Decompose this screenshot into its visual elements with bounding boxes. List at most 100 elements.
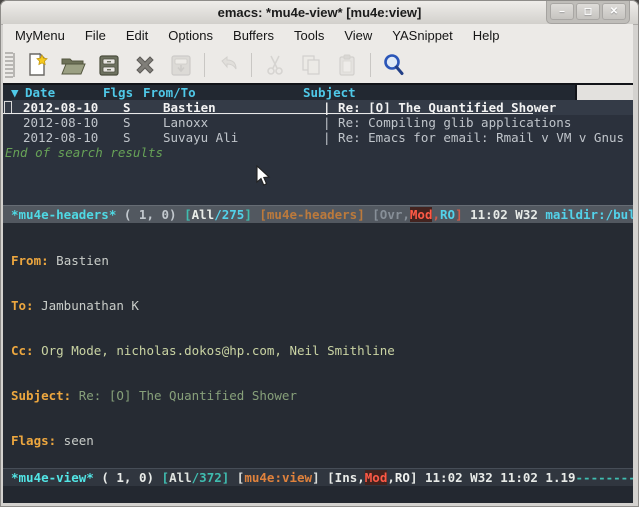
titlebar[interactable]: emacs: *mu4e-view* [mu4e:view] – ◻ ✕	[1, 1, 638, 25]
menu-mymenu[interactable]: MyMenu	[5, 26, 75, 45]
sort-arrow-icon[interactable]: ▼	[3, 85, 25, 100]
minibuffer[interactable]	[3, 486, 633, 503]
row-from: Bastien	[163, 100, 323, 115]
bracket: ]	[455, 207, 463, 222]
row-flags: S	[123, 130, 163, 145]
modeline-buffer-name[interactable]: *mu4e-headers*	[11, 207, 116, 222]
modeline-readonly-flag[interactable]: RO	[440, 207, 455, 222]
modeline-readonly-flag[interactable]: RO	[395, 470, 410, 485]
flags-value: seen	[56, 433, 94, 448]
column-flags[interactable]: Flgs	[103, 85, 143, 100]
modeline-time: 11:02 W32	[463, 207, 546, 222]
paste-icon[interactable]	[332, 50, 362, 80]
headers-empty-area	[3, 160, 633, 205]
subject-label: Subject:	[11, 388, 71, 403]
bracket: [	[229, 470, 244, 485]
bracket: ]	[312, 470, 327, 485]
modeline-ins-flag: Ins,	[335, 470, 365, 485]
undo-icon[interactable]	[213, 50, 243, 80]
open-folder-icon[interactable]	[58, 50, 88, 80]
message-row[interactable]: 2012-08-10 S Suvayu Ali | Re: Emacs for …	[3, 130, 633, 145]
row-date: 2012-08-10	[3, 100, 123, 115]
menu-edit[interactable]: Edit	[116, 26, 158, 45]
modeline-count: /275	[214, 207, 244, 222]
to-label: To:	[11, 298, 34, 313]
minimize-button[interactable]: –	[550, 3, 574, 20]
menu-view[interactable]: View	[334, 26, 382, 45]
end-of-results-marker: End of search results	[3, 145, 633, 160]
delete-icon[interactable]	[130, 50, 160, 80]
mouse-pointer-icon	[256, 165, 271, 192]
toolbar-separator	[251, 53, 252, 77]
modeline-position: ( 1, 0)	[116, 207, 184, 222]
new-file-icon[interactable]	[22, 50, 52, 80]
modeline-status: 11:02 W32 11:02 1.19	[417, 470, 575, 485]
window-controls: – ◻ ✕	[546, 1, 630, 24]
menu-yasnippet[interactable]: YASnippet	[382, 26, 462, 45]
row-subject: | Re: Emacs for email: Rmail v VM v Gnus	[323, 130, 633, 145]
cut-icon[interactable]	[260, 50, 290, 80]
separator: ,	[387, 470, 395, 485]
menubar: MyMenu File Edit Options Buffers Tools V…	[3, 24, 633, 46]
row-subject: | Re: Compiling glib applications	[323, 115, 633, 130]
from-value[interactable]: Bastien	[49, 253, 109, 268]
column-date[interactable]: Date	[25, 85, 103, 100]
cc-label: Cc:	[11, 343, 34, 358]
save-as-icon[interactable]	[166, 50, 196, 80]
modeline-filter[interactable]: All	[169, 470, 192, 485]
row-flags: S	[123, 115, 163, 130]
row-flags: S	[123, 100, 163, 115]
search-icon[interactable]	[379, 50, 409, 80]
separator: ,	[432, 207, 440, 222]
menu-buffers[interactable]: Buffers	[223, 26, 284, 45]
save-icon[interactable]	[94, 50, 124, 80]
headers-column-header[interactable]: ▼ Date Flgs From/To Subject	[3, 85, 633, 100]
modeline-major-mode[interactable]: mu4e:view	[244, 470, 312, 485]
cc-value[interactable]: Org Mode, nicholas.dokos@hp.com, Neil Sm…	[34, 343, 395, 358]
emacs-frame: emacs: *mu4e-view* [mu4e:view] – ◻ ✕ MyM…	[0, 0, 639, 507]
menu-tools[interactable]: Tools	[284, 26, 334, 45]
modeline-filter[interactable]: All	[192, 207, 215, 222]
bracket: [	[327, 470, 335, 485]
maximize-button[interactable]: ◻	[576, 3, 600, 20]
modeline-modified-flag[interactable]: Mod	[410, 207, 433, 222]
row-date: 2012-08-10	[3, 115, 123, 130]
message-view: From: Bastien To: Jambunathan K Cc: Org …	[3, 223, 633, 468]
window-title: emacs: *mu4e-view* [mu4e:view]	[218, 5, 422, 20]
copy-icon[interactable]	[296, 50, 326, 80]
emacs-content: ▼ Date Flgs From/To Subject 2012-08-10 S…	[3, 83, 633, 503]
bracket: [	[372, 207, 380, 222]
toolbar-grip[interactable]	[5, 52, 13, 78]
bracket: [	[184, 207, 192, 222]
subject-value: Re: [O] The Quantified Shower	[71, 388, 297, 403]
to-value[interactable]: Jambunathan K	[34, 298, 139, 313]
close-button[interactable]: ✕	[602, 3, 626, 20]
text-cursor	[4, 101, 12, 114]
modeline-ovr-flag: Ovr,	[380, 207, 410, 222]
modeline-major-mode[interactable]: [mu4e-headers]	[252, 207, 372, 222]
from-label: From:	[11, 253, 49, 268]
menu-file[interactable]: File	[75, 26, 116, 45]
modeline-position: ( 1, 0)	[94, 470, 162, 485]
header-line-tail	[575, 85, 633, 100]
row-from: Suvayu Ali	[163, 130, 323, 145]
modeline-dashes: ------------------------	[576, 470, 633, 485]
modeline-headers[interactable]: *mu4e-headers* ( 1, 0) [All/275] [mu4e-h…	[3, 205, 633, 223]
menu-help[interactable]: Help	[463, 26, 510, 45]
modeline-modified-flag[interactable]: Mod	[365, 470, 388, 485]
modeline-buffer-name[interactable]: *mu4e-view*	[11, 470, 94, 485]
toolbar	[3, 46, 633, 83]
toolbar-separator	[204, 53, 205, 77]
message-row[interactable]: 2012-08-10 S Lanoxx | Re: Compiling glib…	[3, 115, 633, 130]
row-from: Lanoxx	[163, 115, 323, 130]
modeline-maildir: maildir:/bulk	[545, 207, 633, 222]
column-from[interactable]: From/To	[143, 85, 303, 100]
menu-options[interactable]: Options	[158, 26, 223, 45]
modeline-count: /372	[192, 470, 222, 485]
bracket: ]	[244, 207, 252, 222]
bracket: [	[162, 470, 170, 485]
row-date: 2012-08-10	[3, 130, 123, 145]
modeline-view[interactable]: *mu4e-view* ( 1, 0) [All/372] [mu4e:view…	[3, 468, 633, 486]
message-row-selected[interactable]: 2012-08-10 S Bastien | Re: [O] The Quant…	[3, 100, 633, 115]
toolbar-separator	[370, 53, 371, 77]
